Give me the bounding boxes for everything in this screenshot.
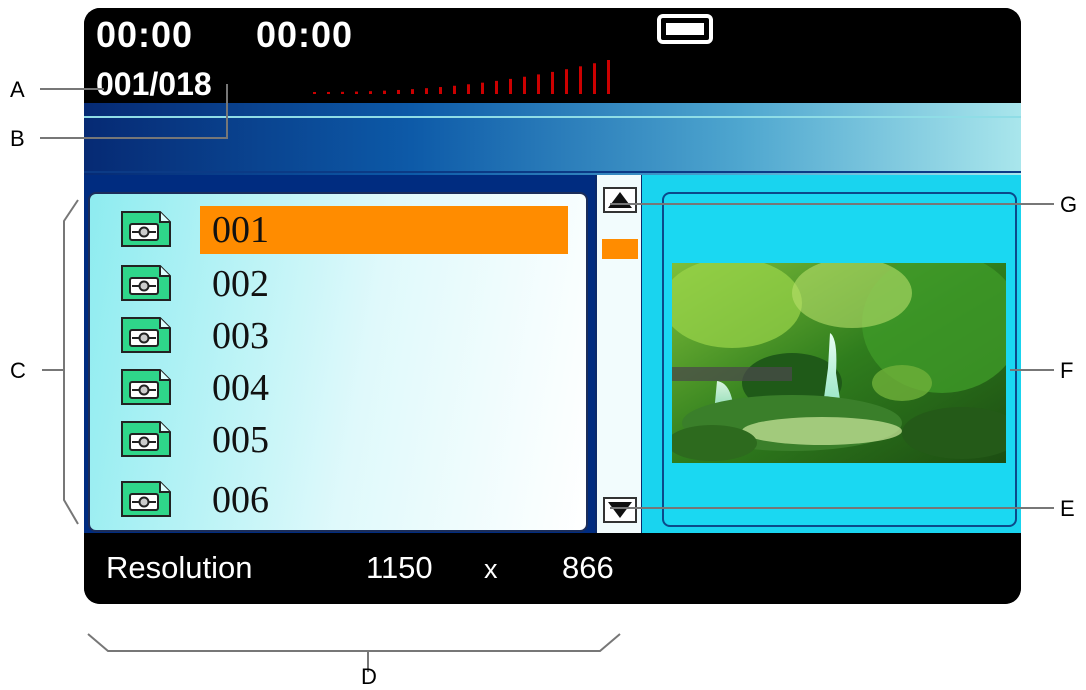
callout-label-g: G [1060,192,1078,217]
callout-label-a: A [10,77,25,102]
callout-label-e: E [1060,496,1075,521]
callout-label-f: F [1060,358,1074,383]
callout-lines [40,84,1054,672]
callout-label-d: D [361,664,377,689]
callout-label-b: B [10,126,25,151]
callout-label-c: C [10,358,26,383]
